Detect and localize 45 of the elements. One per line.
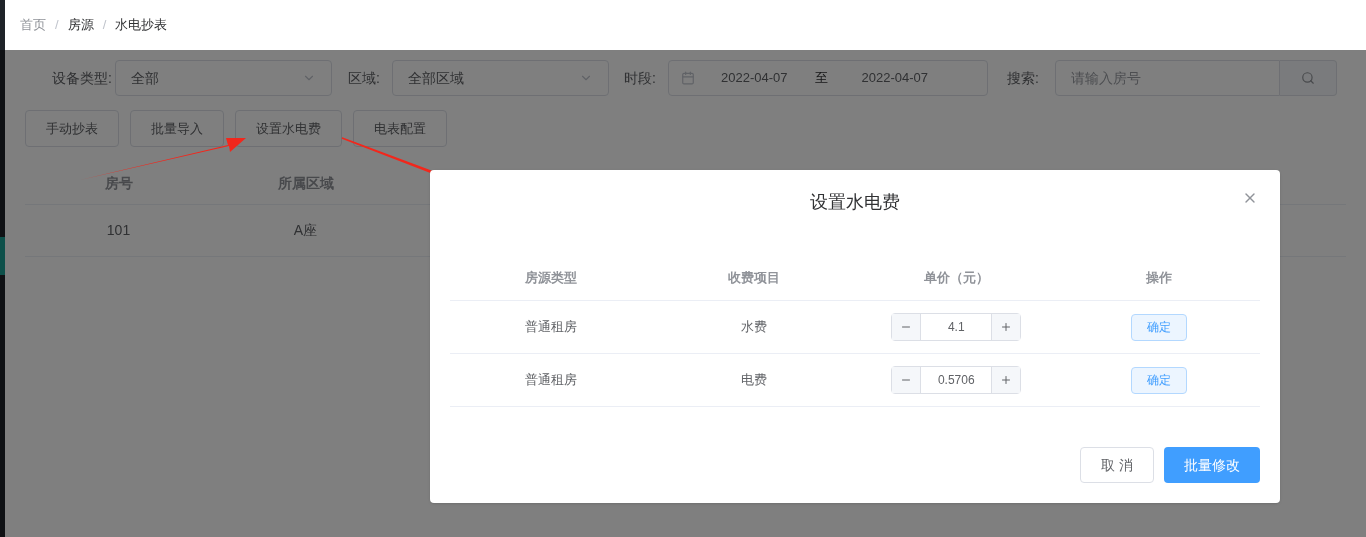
dialog-title: 设置水电费 bbox=[810, 190, 900, 214]
increment-button[interactable] bbox=[991, 314, 1021, 340]
area-select[interactable]: 全部区域 bbox=[392, 60, 609, 96]
table-cell-text: 普通租房 bbox=[524, 318, 579, 337]
column-header: 单价（元） bbox=[922, 269, 990, 288]
price-input[interactable]: 0.5706 bbox=[921, 367, 992, 393]
decrement-button[interactable] bbox=[892, 314, 922, 340]
action-button[interactable]: 电表配置 bbox=[353, 110, 447, 147]
breadcrumb-item[interactable]: 房源 bbox=[67, 15, 94, 35]
table-cell-text: 普通租房 bbox=[524, 371, 579, 390]
filter-label: 设备类型: bbox=[51, 68, 113, 88]
action-button[interactable]: 设置水电费 bbox=[235, 110, 342, 147]
device-type-select[interactable]: 全部 bbox=[115, 60, 332, 96]
table-cell-text: 101 bbox=[105, 221, 132, 240]
table-cell-text: 水费 bbox=[739, 318, 768, 337]
confirm-button[interactable]: 确定 bbox=[1130, 366, 1187, 394]
column-header: 操作 bbox=[1144, 269, 1173, 288]
increment-button[interactable] bbox=[991, 367, 1021, 393]
column-header: 房源类型 bbox=[524, 269, 579, 288]
batch-edit-button[interactable]: 批量修改 bbox=[1164, 447, 1260, 483]
sidebar-marker bbox=[0, 237, 5, 275]
price-input[interactable]: 4.1 bbox=[921, 314, 992, 340]
column-header: 收费项目 bbox=[726, 269, 781, 288]
price-stepper[interactable]: 4.1 bbox=[891, 313, 1022, 341]
date-range-field[interactable]: 2022-04-07 至 2022-04-07 bbox=[668, 60, 988, 96]
search-button[interactable] bbox=[1280, 60, 1337, 96]
table-cell-text: 电费 bbox=[739, 371, 768, 390]
filter-label: 搜索: bbox=[1007, 68, 1040, 88]
confirm-button[interactable]: 确定 bbox=[1130, 313, 1187, 341]
calendar-icon bbox=[681, 71, 695, 85]
breadcrumb-separator: / bbox=[55, 16, 59, 35]
action-button[interactable]: 批量导入 bbox=[130, 110, 224, 147]
breadcrumb-separator: / bbox=[102, 16, 107, 35]
breadcrumb-item[interactable]: 首页 bbox=[20, 15, 46, 35]
table-cell-text: A座 bbox=[292, 221, 319, 240]
filter-label: 区域: bbox=[348, 68, 381, 88]
search-icon bbox=[1301, 71, 1315, 85]
price-stepper[interactable]: 0.5706 bbox=[891, 366, 1022, 394]
cancel-button[interactable]: 取 消 bbox=[1080, 447, 1154, 483]
action-button[interactable]: 手动抄表 bbox=[25, 110, 119, 147]
breadcrumb-item: 水电抄表 bbox=[115, 16, 168, 35]
filter-label: 时段: bbox=[624, 68, 657, 88]
plus-icon bbox=[1000, 321, 1013, 333]
plus-icon bbox=[1000, 374, 1013, 386]
decrement-button[interactable] bbox=[892, 367, 922, 393]
